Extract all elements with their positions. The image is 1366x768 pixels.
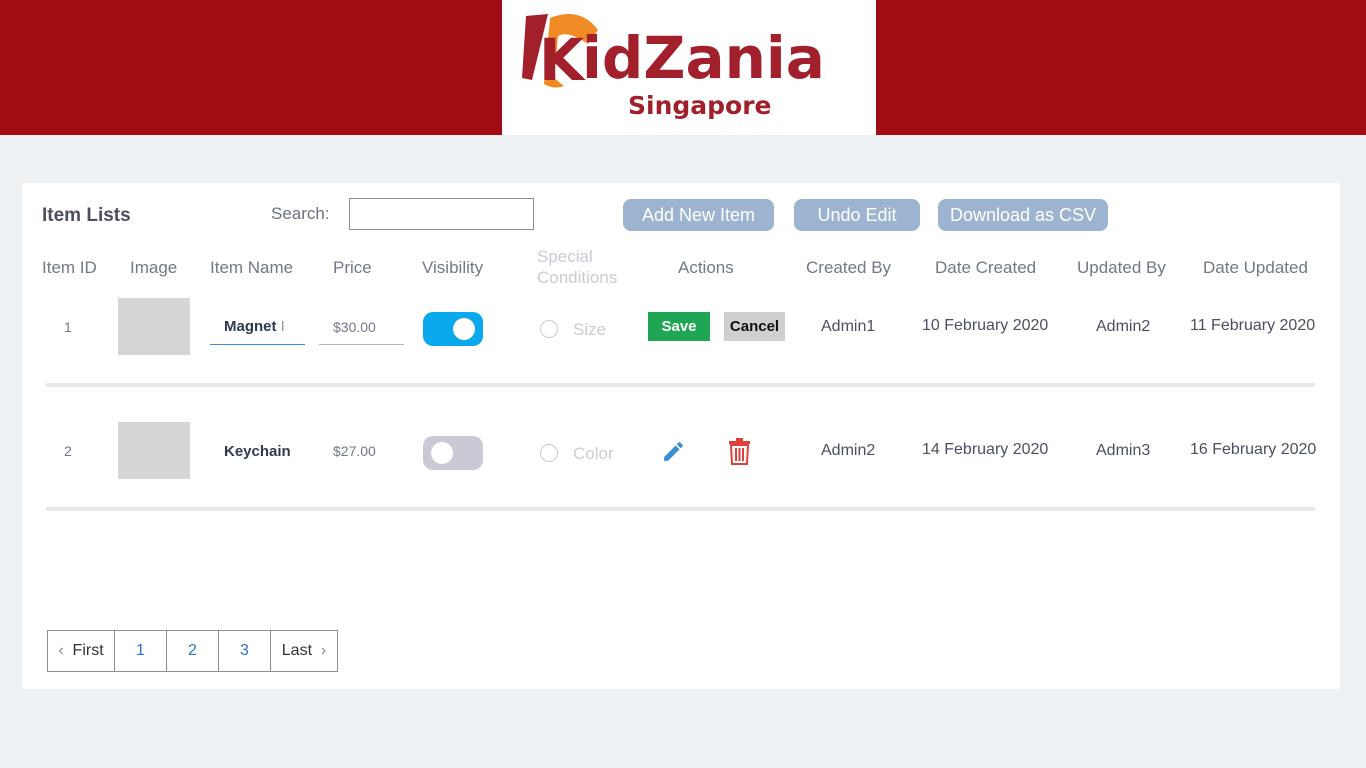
header-special-conditions: Special Conditions — [537, 247, 618, 287]
item-name-input[interactable]: Magnet I — [210, 309, 305, 345]
search-label: Search: — [271, 204, 330, 223]
visibility-toggle[interactable] — [423, 312, 483, 346]
pencil-icon[interactable] — [661, 439, 686, 464]
logo-wordmark: idZania — [582, 24, 825, 92]
pagination-first[interactable]: ‹ First — [48, 631, 115, 671]
page-title: Item Lists — [42, 205, 131, 226]
item-id: 1 — [64, 319, 72, 335]
header-visibility[interactable]: Visibility — [422, 258, 483, 278]
logo-subtitle: Singapore — [628, 91, 772, 120]
created-by: Admin1 — [821, 318, 876, 335]
item-price-input[interactable]: $30.00 — [319, 309, 404, 345]
logo: K idZania Singapore — [502, 0, 876, 135]
date-updated: 16 February 2020 — [1190, 441, 1317, 458]
chevron-right-icon: › — [320, 642, 327, 659]
header-item-name[interactable]: Item Name — [210, 258, 293, 278]
created-by: Admin2 — [821, 442, 876, 459]
pagination-page-3[interactable]: 3 — [219, 631, 271, 671]
item-price: $27.00 — [333, 443, 376, 459]
special-condition-radio[interactable] — [540, 320, 558, 338]
updated-by: Admin2 — [1096, 318, 1151, 335]
header-updated-by[interactable]: Updated By — [1077, 258, 1166, 278]
row-divider — [46, 507, 1315, 511]
header-created-by[interactable]: Created By — [806, 258, 891, 278]
add-new-item-button[interactable]: Add New Item — [623, 199, 774, 231]
item-id: 2 — [64, 443, 72, 459]
item-image[interactable] — [118, 298, 190, 355]
pagination-page-2[interactable]: 2 — [167, 631, 219, 671]
item-list-panel: Item Lists Search: Add New Item Undo Edi… — [22, 183, 1340, 689]
undo-edit-button[interactable]: Undo Edit — [794, 199, 920, 231]
trash-icon[interactable] — [728, 438, 751, 465]
header-actions: Actions — [678, 258, 734, 277]
header-date-created[interactable]: Date Created — [935, 258, 1036, 278]
row-divider — [46, 383, 1315, 387]
header-item-id[interactable]: Item ID — [42, 258, 97, 278]
date-created: 14 February 2020 — [922, 441, 1049, 458]
chevron-left-icon: ‹ — [58, 642, 64, 659]
special-condition-label: Color — [573, 444, 614, 463]
visibility-toggle[interactable] — [423, 436, 483, 470]
special-condition-label: Size — [573, 320, 607, 339]
search-input[interactable] — [349, 198, 534, 230]
logo-letter-k: K — [539, 26, 586, 94]
pagination-page-1[interactable]: 1 — [115, 631, 167, 671]
special-condition-radio[interactable] — [540, 444, 558, 462]
cancel-button[interactable]: Cancel — [724, 312, 785, 341]
pagination-last[interactable]: Last › — [271, 631, 337, 671]
header-date-updated[interactable]: Date Updated — [1203, 258, 1308, 278]
download-csv-button[interactable]: Download as CSV — [938, 199, 1108, 231]
updated-by: Admin3 — [1096, 442, 1151, 459]
save-button[interactable]: Save — [648, 312, 710, 341]
item-image[interactable] — [118, 422, 190, 479]
header-price[interactable]: Price — [333, 258, 372, 278]
item-name: Keychain — [224, 443, 291, 460]
pagination: ‹ First 1 2 3 Last › — [47, 630, 338, 672]
date-created: 10 February 2020 — [922, 317, 1049, 334]
header-image: Image — [130, 258, 178, 277]
kidzania-logo: K idZania Singapore — [522, 14, 825, 120]
date-updated: 11 February 2020 — [1190, 317, 1316, 334]
